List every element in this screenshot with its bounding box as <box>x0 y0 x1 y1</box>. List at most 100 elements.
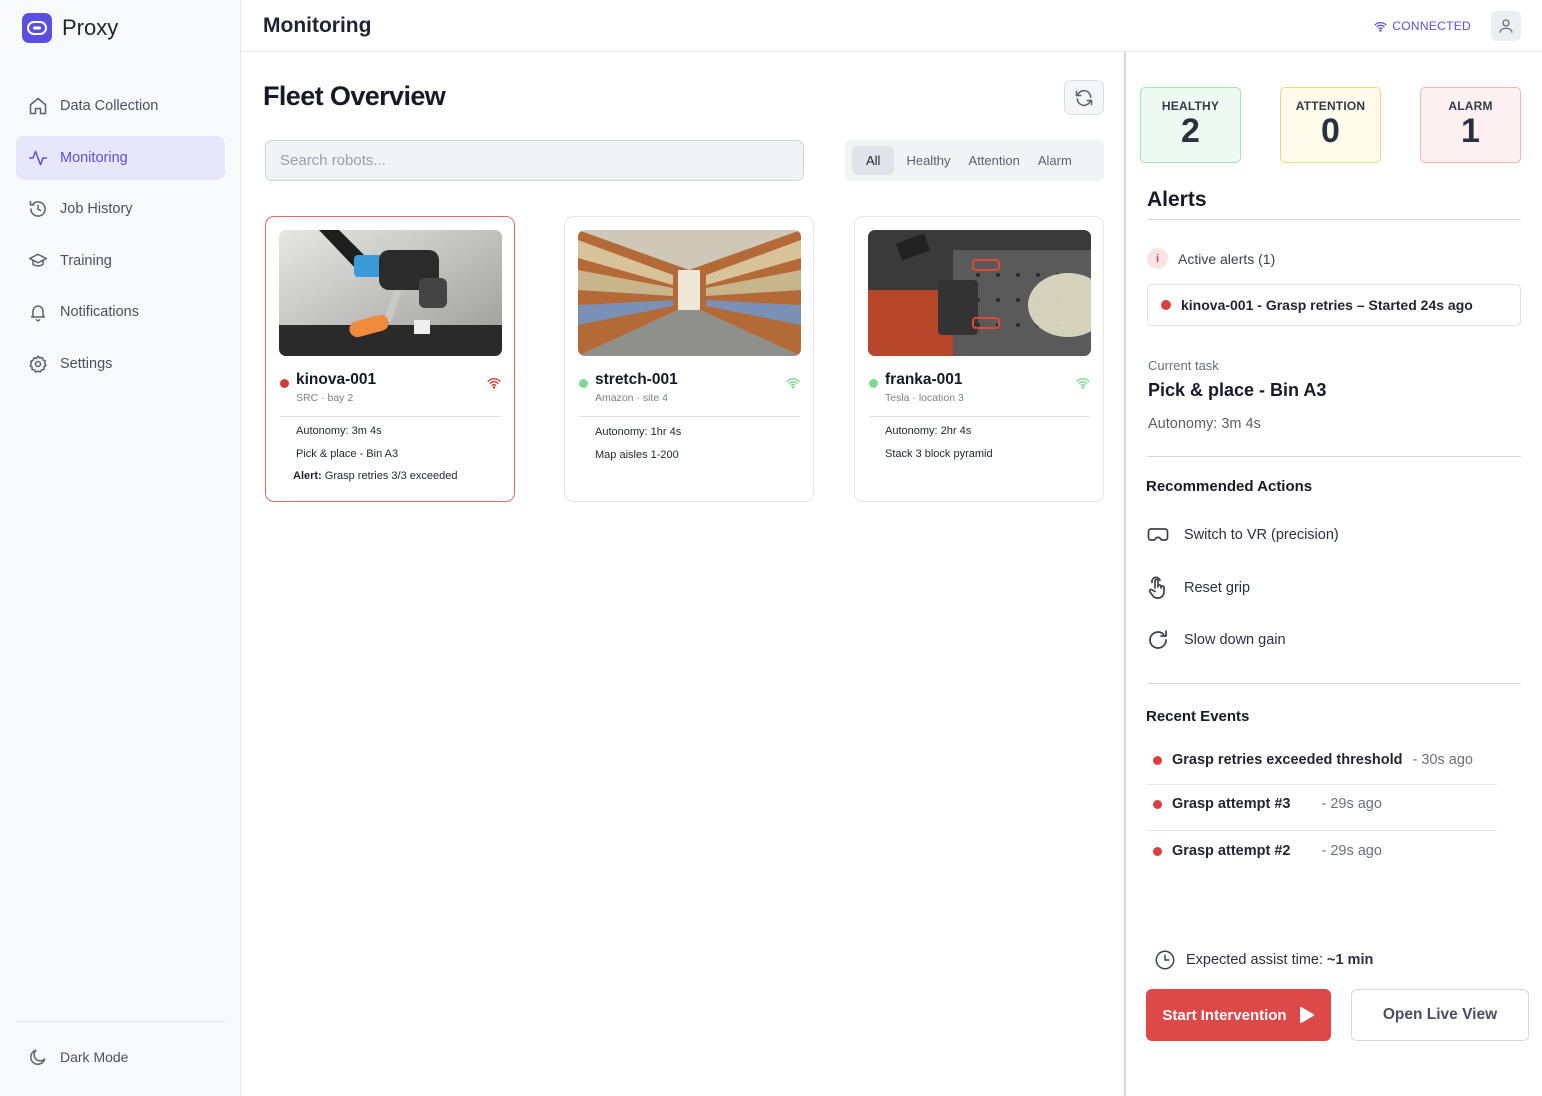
rotate-icon <box>1149 630 1167 649</box>
robot-alert-text: Grasp retries 3/3 exceeded <box>324 470 458 482</box>
event-item[interactable]: Grasp attempt #2 - 29s ago <box>1153 843 1382 859</box>
wifi-icon <box>1374 21 1387 32</box>
dark-mode-toggle[interactable]: Dark Mode <box>28 1047 128 1067</box>
gear-icon <box>29 354 47 373</box>
refresh-button[interactable] <box>1064 80 1104 115</box>
vr-headset-icon <box>1147 528 1169 541</box>
brand[interactable]: Proxy <box>22 13 118 43</box>
search-input[interactable] <box>265 140 804 181</box>
sidebar-item-monitoring[interactable]: Monitoring <box>16 135 225 180</box>
action-label: Switch to VR (precision) <box>1184 527 1339 543</box>
expected-assist-time: Expected assist time: ~1 min <box>1154 949 1373 971</box>
recommended-actions-title: Recommended Actions <box>1146 478 1313 495</box>
event-time: - 30s ago <box>1412 752 1473 768</box>
card-divider <box>280 416 501 417</box>
user-icon <box>1499 19 1513 33</box>
attention-count-card[interactable]: ATTENTION 0 <box>1280 87 1381 163</box>
stat-label: ALARM <box>1448 99 1493 113</box>
robot-card-franka[interactable]: franka-001 Tesla · location 3 Autonomy: … <box>854 216 1104 502</box>
current-task-label: Current task <box>1148 358 1219 373</box>
stat-value: 1 <box>1461 112 1480 150</box>
user-avatar[interactable] <box>1491 11 1521 41</box>
sidebar-item-label: Job History <box>60 201 133 217</box>
action-slow-down-gain[interactable]: Slow down gain <box>1146 628 1286 652</box>
main-content: Fleet Overview All Healthy Attention Ala… <box>241 52 1124 1096</box>
sidebar-item-label: Monitoring <box>60 149 128 166</box>
proxy-logo-icon <box>22 13 52 43</box>
sidebar-item-settings[interactable]: Settings <box>16 342 225 386</box>
event-time: - 29s ago <box>1321 843 1382 859</box>
healthy-count-card[interactable]: HEALTHY 2 <box>1140 87 1241 163</box>
filter-attention[interactable]: Attention <box>960 146 1029 175</box>
robot-card-stretch[interactable]: stretch-001 Amazon · site 4 Autonomy: 1h… <box>564 216 814 502</box>
recent-events-title: Recent Events <box>1146 708 1250 725</box>
sidebar-item-job-history[interactable]: Job History <box>16 187 225 231</box>
alerts-title: Alerts <box>1147 188 1207 211</box>
event-dot <box>1153 846 1162 856</box>
sidebar-item-label: Settings <box>60 355 113 372</box>
event-item[interactable]: Grasp retries exceeded threshold - 30s a… <box>1153 752 1473 768</box>
action-reset-grip[interactable]: Reset grip <box>1146 576 1250 600</box>
sidebar-item-label: Data Collection <box>60 98 159 114</box>
robot-autonomy: Autonomy: 1hr 4s <box>595 426 682 438</box>
fleet-overview-title: Fleet Overview <box>263 81 446 111</box>
open-live-view-button[interactable]: Open Live View <box>1351 989 1529 1041</box>
history-icon <box>29 200 46 217</box>
sidebar-item-label: Notifications <box>60 304 139 320</box>
active-alert-item[interactable]: kinova-001 - Grasp retries – Started 24s… <box>1147 284 1521 326</box>
status-filter-group: All Healthy Attention Alarm <box>845 140 1104 181</box>
status-dot <box>579 379 588 388</box>
stat-value: 0 <box>1321 112 1340 150</box>
card-divider <box>579 416 800 417</box>
robot-location: SRC · bay 2 <box>296 392 354 404</box>
connection-status: CONNECTED <box>1374 19 1471 33</box>
stat-value: 2 <box>1181 112 1200 150</box>
active-alerts-header: i Active alerts (1) <box>1147 248 1275 269</box>
event-item[interactable]: Grasp attempt #3 - 29s ago <box>1153 796 1382 812</box>
play-icon <box>1299 1007 1314 1023</box>
wifi-icon <box>1076 378 1090 389</box>
sidebar-divider <box>16 1021 225 1022</box>
start-intervention-label: Start Intervention <box>1162 1006 1287 1024</box>
filter-all[interactable]: All <box>852 146 895 175</box>
filter-healthy[interactable]: Healthy <box>897 146 959 175</box>
moon-icon <box>30 1049 46 1065</box>
sidebar-item-notifications[interactable]: Notifications <box>16 290 225 334</box>
divider <box>1147 456 1521 457</box>
robot-task: Pick & place - Bin A3 <box>296 448 399 460</box>
dark-mode-label: Dark Mode <box>60 1049 129 1065</box>
event-dot <box>1153 799 1162 809</box>
robot-name: franka-001 <box>885 371 963 388</box>
start-intervention-button[interactable]: Start Intervention <box>1146 989 1331 1041</box>
bell-icon <box>31 305 45 322</box>
top-bar: Monitoring CONNECTED <box>241 0 1542 52</box>
action-switch-to-vr[interactable]: Switch to VR (precision) <box>1146 523 1339 547</box>
alarm-dot <box>1161 300 1171 310</box>
event-time: - 29s ago <box>1321 796 1382 812</box>
graduation-cap-icon <box>28 253 48 267</box>
sidebar-nav: Data Collection Monitoring Job History T… <box>16 84 225 393</box>
wifi-icon <box>786 378 800 389</box>
assist-value: ~1 min <box>1327 952 1374 968</box>
sidebar-item-label: Training <box>60 252 112 269</box>
sidebar-item-data-collection[interactable]: Data Collection <box>16 84 225 128</box>
filter-alarm[interactable]: Alarm <box>1029 146 1081 175</box>
robot-location: Amazon · site 4 <box>595 392 668 404</box>
robot-card-kinova[interactable]: kinova-001 SRC · bay 2 Autonomy: 3m 4s P… <box>265 216 515 502</box>
robot-alert: Alert: Grasp retries 3/3 exceeded <box>293 470 457 482</box>
wifi-icon <box>487 378 501 389</box>
status-dot <box>280 379 289 388</box>
robot-task: Map aisles 1-200 <box>595 449 679 461</box>
refresh-icon <box>1075 89 1093 106</box>
sidebar: Proxy Data Collection Monitoring Job His… <box>0 0 241 1096</box>
divider <box>1147 683 1521 684</box>
active-alert-text: kinova-001 - Grasp retries – Started 24s… <box>1181 297 1473 313</box>
event-divider <box>1147 830 1497 831</box>
alarm-count-card[interactable]: ALARM 1 <box>1420 87 1521 163</box>
event-text: Grasp attempt #3 <box>1172 796 1291 812</box>
robot-alert-label: Alert: <box>293 470 322 482</box>
robot-task: Stack 3 block pyramid <box>885 448 993 460</box>
hand-pointer-icon <box>1148 576 1165 599</box>
sidebar-item-training[interactable]: Training <box>16 239 225 283</box>
info-icon: i <box>1147 248 1168 269</box>
